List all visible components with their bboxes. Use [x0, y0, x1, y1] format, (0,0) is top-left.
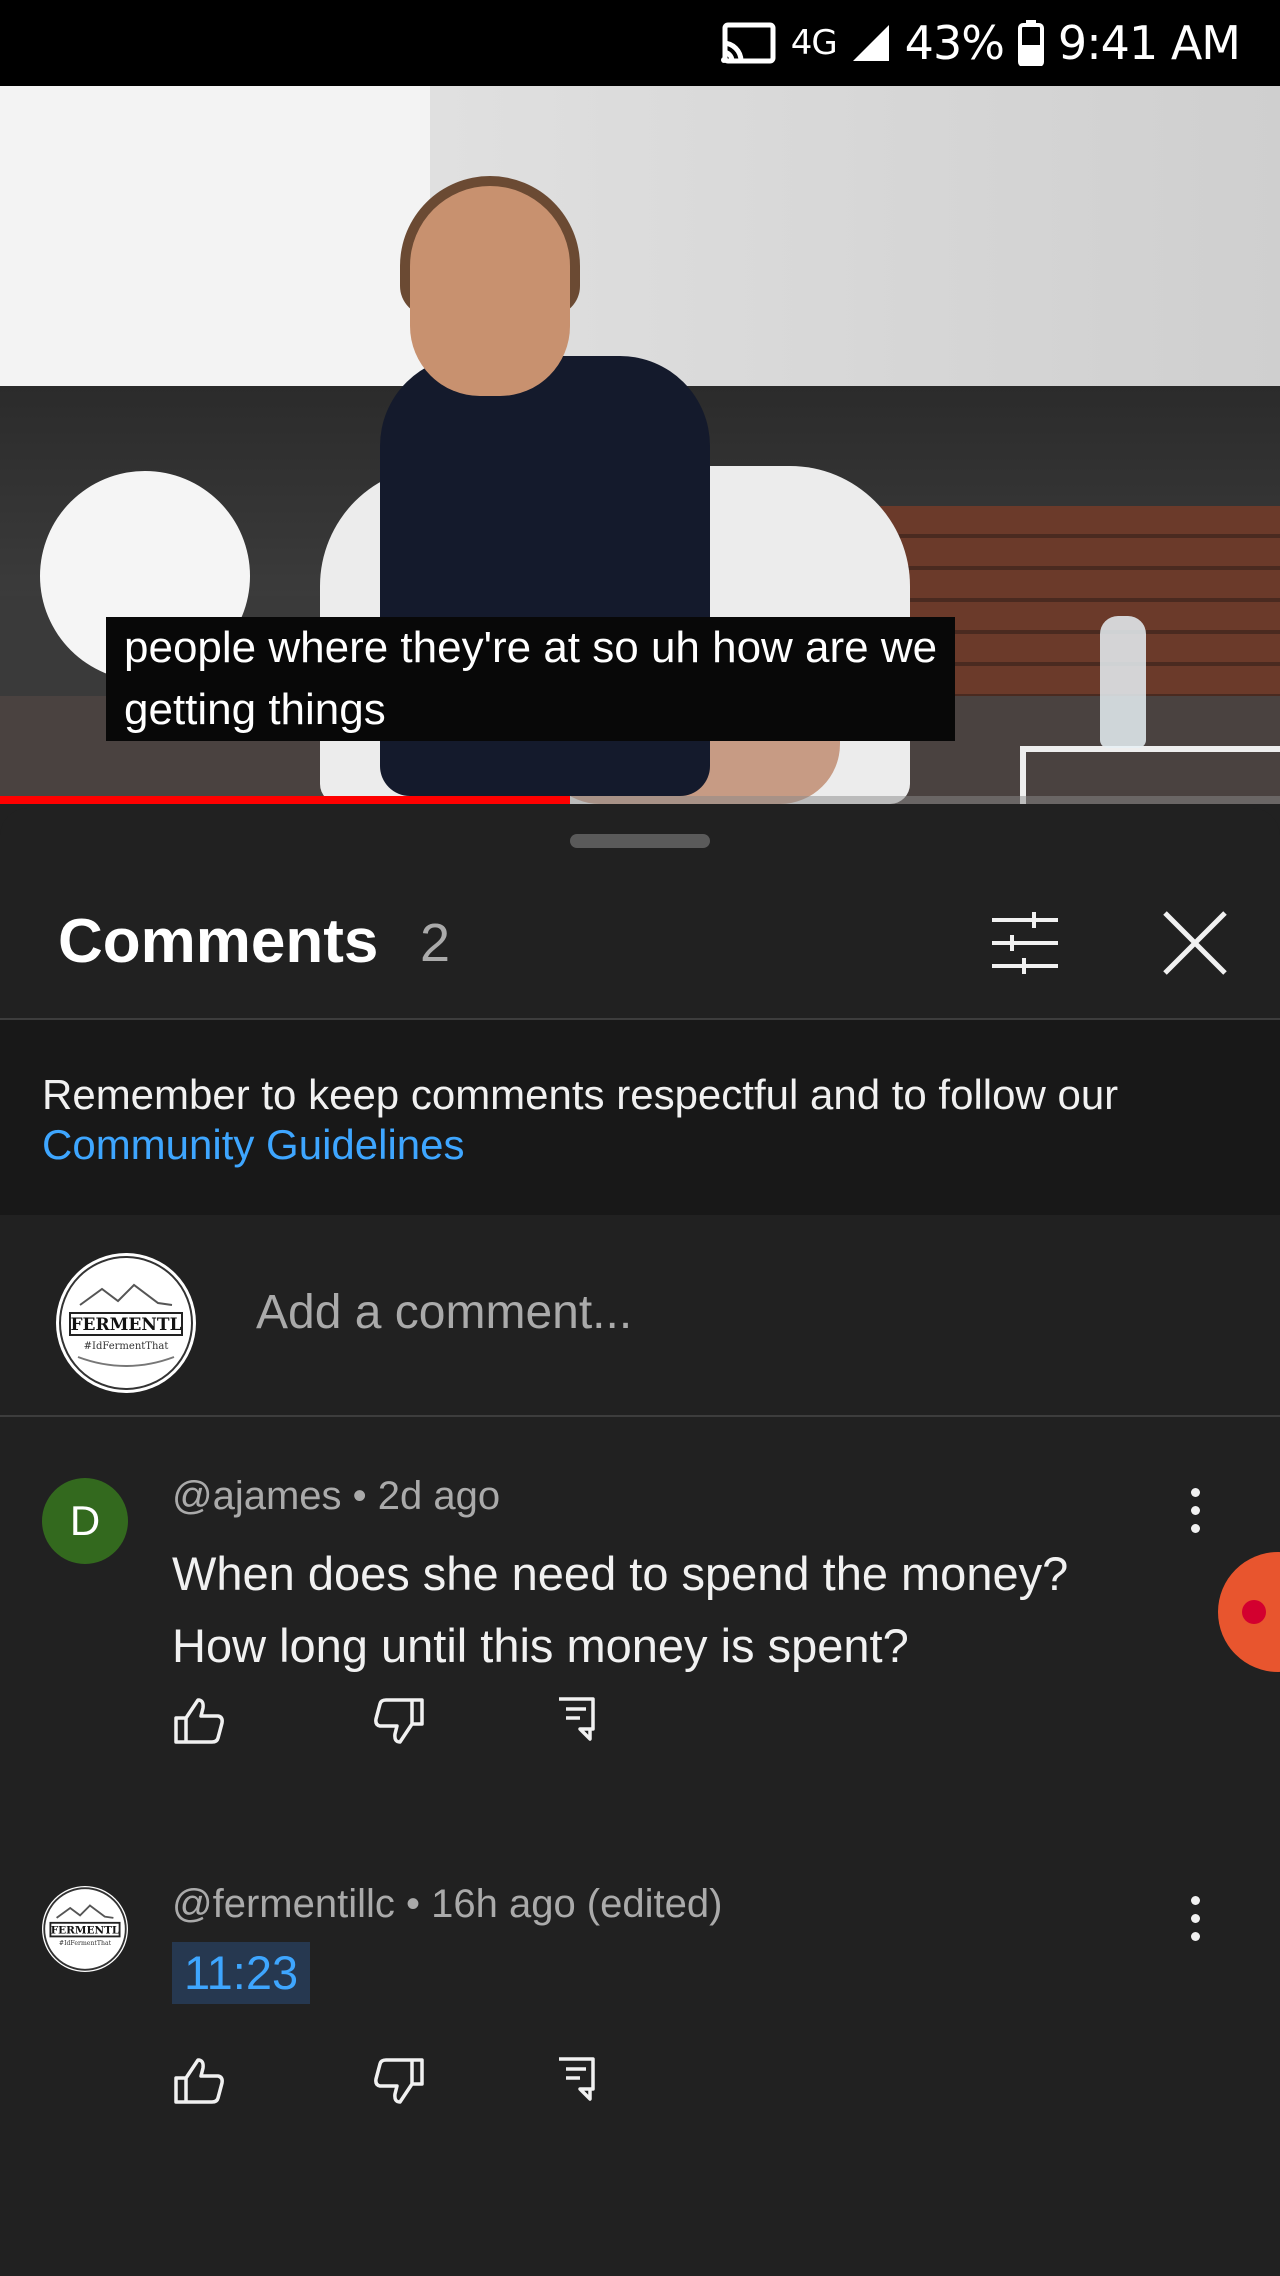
comment-text: When does she need to spend the money? H…	[172, 1547, 1069, 1672]
community-guidelines-link[interactable]: Community Guidelines	[42, 1121, 465, 1168]
reply-icon[interactable]	[556, 2056, 596, 2102]
caption-line-2: getting things	[124, 685, 386, 734]
more-options-icon[interactable]	[1180, 1488, 1210, 1548]
like-icon[interactable]	[172, 1696, 226, 1746]
signal-icon	[852, 25, 889, 61]
channel-logo: FERMENTL #IdFermentThat	[59, 1256, 193, 1390]
comment-item: D @ajames • 2d ago When does she need to…	[0, 1448, 1280, 1808]
channel-logo: FERMENTL #IdFermentThat	[43, 1887, 127, 1971]
commenter-avatar[interactable]: D	[42, 1478, 128, 1564]
add-comment-input[interactable]: Add a comment...	[256, 1285, 632, 1340]
sort-filter-icon[interactable]	[990, 910, 1060, 976]
network-type: 4G	[790, 23, 838, 63]
notice-text: Remember to keep comments respectful and…	[42, 1071, 1119, 1118]
svg-text:FERMENTL: FERMENTL	[70, 1315, 181, 1335]
dislike-icon[interactable]	[372, 1696, 426, 1746]
like-icon[interactable]	[172, 2056, 226, 2106]
dislike-icon[interactable]	[372, 2056, 426, 2106]
svg-text:#IdFermentThat: #IdFermentThat	[59, 1940, 112, 1947]
status-bar: 4G 43% 9:41 AM	[0, 0, 1280, 86]
comments-sheet: Comments 2 Remember to keep comments res…	[0, 808, 1280, 2276]
notice-paragraph: Remember to keep comments respectful and…	[42, 1070, 1222, 1170]
cast-icon	[720, 22, 776, 64]
comments-title: Comments	[58, 907, 379, 976]
video-caption: people where they're at so uh how are we…	[106, 617, 956, 741]
community-guidelines-notice: Remember to keep comments respectful and…	[0, 1020, 1280, 1215]
record-dot-icon	[1242, 1600, 1266, 1624]
close-icon[interactable]	[1160, 908, 1230, 978]
commenter-avatar[interactable]: FERMENTL #IdFermentThat	[42, 1886, 128, 1972]
video-frame-screen	[0, 86, 430, 386]
battery-icon	[1017, 20, 1044, 66]
progress-track[interactable]	[570, 796, 1280, 804]
comment-item: FERMENTL #IdFermentThat @fermentillc • 1…	[0, 1856, 1280, 2156]
battery-percent: 43%	[904, 16, 1005, 70]
add-comment-row[interactable]: FERMENTL #IdFermentThat Add a comment...	[0, 1215, 1280, 1417]
drag-handle[interactable]	[570, 834, 710, 848]
timestamp-link[interactable]: 11:23	[172, 1942, 311, 2004]
reply-icon[interactable]	[556, 1696, 596, 1742]
more-options-icon[interactable]	[1180, 1896, 1210, 1956]
clock: 9:41 AM	[1057, 16, 1241, 70]
comment-meta[interactable]: @fermentillc • 16h ago (edited)	[172, 1882, 722, 1927]
svg-text:FERMENTL: FERMENTL	[51, 1924, 120, 1936]
progress-bar[interactable]	[0, 796, 570, 804]
video-frame-bottle	[1100, 616, 1146, 748]
svg-text:#IdFermentThat: #IdFermentThat	[84, 1341, 169, 1352]
caption-line-1: people where they're at so uh how are we	[124, 623, 938, 672]
video-frame-face	[410, 186, 570, 396]
comments-count: 2	[420, 913, 451, 973]
user-avatar: FERMENTL #IdFermentThat	[56, 1253, 196, 1393]
video-player[interactable]: people where they're at so uh how are we…	[0, 86, 1280, 804]
comment-meta[interactable]: @ajames • 2d ago	[172, 1474, 500, 1519]
comments-header: Comments 2	[0, 868, 1280, 1020]
